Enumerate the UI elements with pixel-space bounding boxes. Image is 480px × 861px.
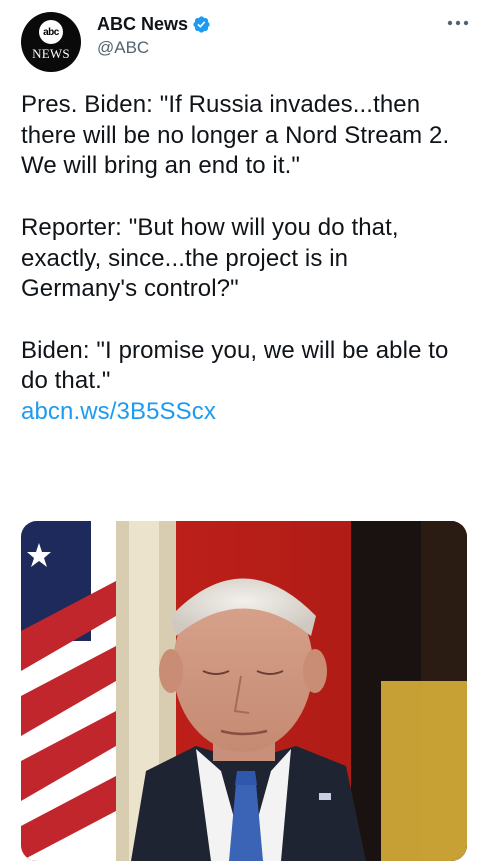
- tweet-link[interactable]: abcn.ws/3B5SScx: [21, 397, 466, 428]
- tweet-header: abc NEWS ABC News @ABC: [21, 10, 469, 72]
- account-avatar[interactable]: abc NEWS: [21, 12, 81, 72]
- account-name[interactable]: ABC News: [97, 14, 188, 35]
- more-options-icon[interactable]: [447, 18, 469, 28]
- name-row: ABC News: [97, 14, 211, 35]
- abc-logo: abc: [39, 20, 63, 44]
- tweet-text: Pres. Biden: "If Russia invades...then t…: [21, 90, 466, 428]
- tweet-paragraph: Biden: "I promise you, we will be able t…: [21, 336, 449, 395]
- verified-badge-icon: [193, 16, 210, 33]
- tweet-media-image[interactable]: [21, 521, 467, 861]
- tweet-paragraph: Reporter: "But how will you do that, exa…: [21, 213, 399, 303]
- news-logo-text: NEWS: [32, 46, 70, 61]
- tweet-paragraph: Pres. Biden: "If Russia invades...then t…: [21, 91, 450, 180]
- account-handle[interactable]: @ABC: [97, 38, 149, 58]
- press-conference-photo: [21, 521, 467, 861]
